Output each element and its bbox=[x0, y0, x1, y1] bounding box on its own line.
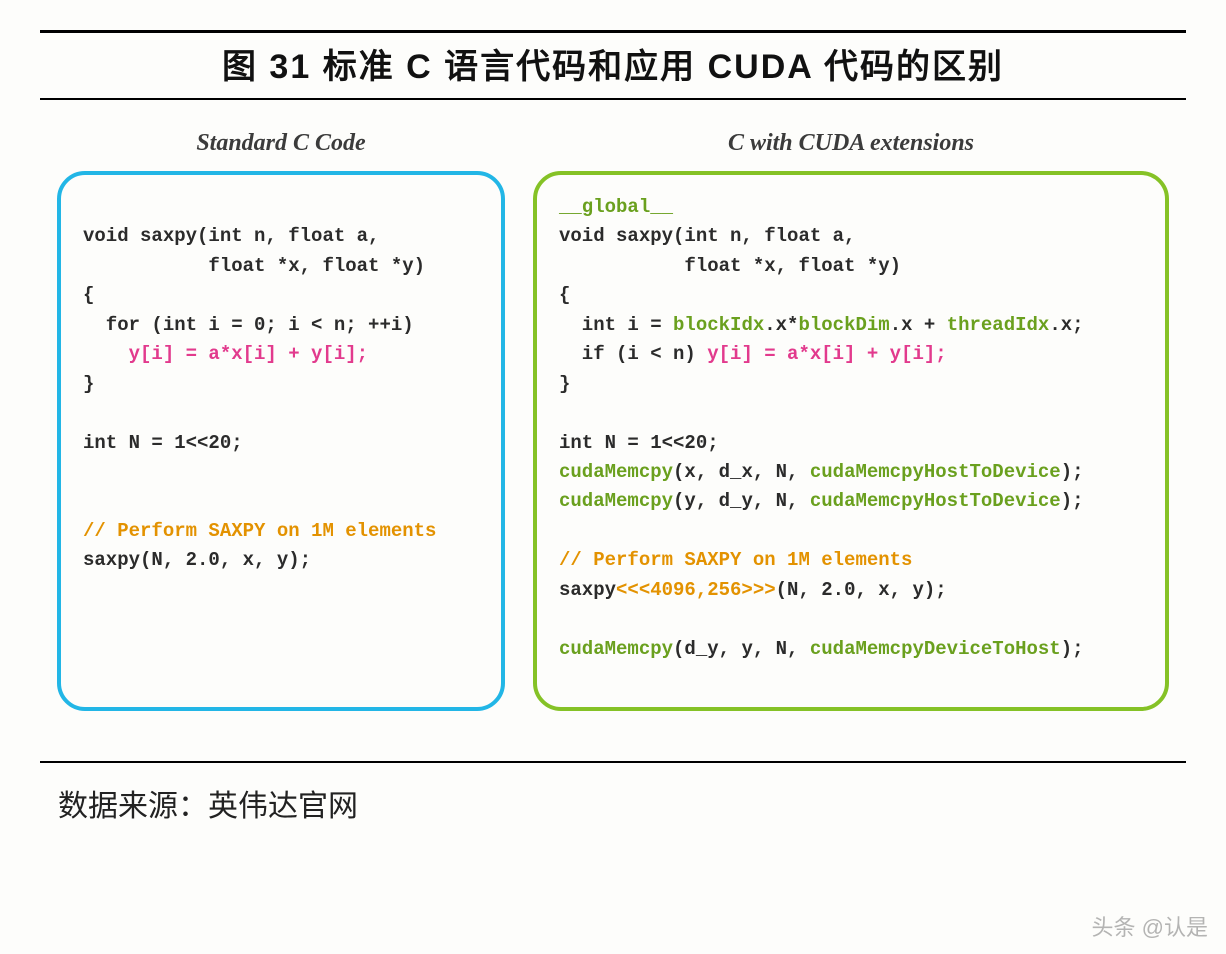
code-token: <<<4096,256>>> bbox=[616, 579, 776, 601]
code-token: cudaMemcpyHostToDevice bbox=[810, 490, 1061, 512]
code-line: void saxpy(int n, float a, bbox=[559, 225, 855, 247]
code-token: .x; bbox=[1049, 314, 1083, 336]
code-token: (d_y, y, N, bbox=[673, 638, 810, 660]
code-line: __global__ bbox=[559, 196, 673, 218]
code-token: blockDim bbox=[798, 314, 889, 336]
cuda-code: __global__ void saxpy(int n, float a, fl… bbox=[559, 193, 1143, 664]
code-token: (N, 2.0, x, y); bbox=[776, 579, 947, 601]
code-token: ); bbox=[1061, 461, 1084, 483]
code-token: ); bbox=[1061, 490, 1084, 512]
figure-title: 图 31 标准 C 语言代码和应用 CUDA 代码的区别 bbox=[40, 39, 1186, 88]
code-token: int N = 1<<20; bbox=[559, 432, 719, 454]
code-token: if (i < n) bbox=[559, 343, 707, 365]
right-heading: C with CUDA extensions bbox=[728, 130, 974, 157]
bottom-rule bbox=[40, 761, 1186, 763]
code-line: float *x, float *y) bbox=[83, 255, 425, 277]
code-line: int N = 1<<20; bbox=[83, 432, 243, 454]
code-token: saxpy bbox=[559, 579, 616, 601]
source-line: 数据来源：英伟达官网 bbox=[0, 771, 1226, 825]
code-token: int i = bbox=[559, 314, 673, 336]
code-token: } bbox=[559, 373, 570, 395]
code-line: } bbox=[83, 373, 94, 395]
code-line: if (i < n) y[i] = a*x[i] + y[i]; bbox=[559, 343, 947, 365]
code-token: cudaMemcpy bbox=[559, 490, 673, 512]
code-line: y[i] = a*x[i] + y[i]; bbox=[83, 343, 368, 365]
code-token: // Perform SAXPY on 1M elements bbox=[559, 549, 912, 571]
code-token: cudaMemcpy bbox=[559, 638, 673, 660]
left-heading: Standard C Code bbox=[196, 130, 365, 157]
code-token: void saxpy(int n, float a, bbox=[559, 225, 855, 247]
panels-row: Standard C Code void saxpy(int n, float … bbox=[40, 130, 1186, 711]
code-line: // Perform SAXPY on 1M elements bbox=[559, 549, 912, 571]
code-token: y[i] = a*x[i] + y[i]; bbox=[707, 343, 946, 365]
code-line: } bbox=[559, 373, 570, 395]
figure-title-block: 图 31 标准 C 语言代码和应用 CUDA 代码的区别 bbox=[40, 30, 1186, 100]
watermark: 头条 @认是 bbox=[1092, 910, 1208, 942]
code-line: cudaMemcpy(d_y, y, N, cudaMemcpyDeviceTo… bbox=[559, 638, 1084, 660]
code-line: void saxpy(int n, float a, bbox=[83, 225, 379, 247]
code-token: float *x, float *y) bbox=[559, 255, 901, 277]
left-column: Standard C Code void saxpy(int n, float … bbox=[57, 130, 505, 711]
code-line: { bbox=[83, 284, 94, 306]
code-token: ); bbox=[1061, 638, 1084, 660]
code-line: int i = blockIdx.x*blockDim.x + threadId… bbox=[559, 314, 1084, 336]
code-token: __global__ bbox=[559, 196, 673, 218]
code-line: { bbox=[559, 284, 570, 306]
code-line: saxpy<<<4096,256>>>(N, 2.0, x, y); bbox=[559, 579, 947, 601]
code-line: int N = 1<<20; bbox=[559, 432, 719, 454]
cuda-panel: __global__ void saxpy(int n, float a, fl… bbox=[533, 171, 1169, 711]
code-line: cudaMemcpy(x, d_x, N, cudaMemcpyHostToDe… bbox=[559, 461, 1084, 483]
code-token: .x* bbox=[764, 314, 798, 336]
code-token: cudaMemcpyHostToDevice bbox=[810, 461, 1061, 483]
code-token: .x + bbox=[890, 314, 947, 336]
code-token: cudaMemcpy bbox=[559, 461, 673, 483]
code-token: (y, d_y, N, bbox=[673, 490, 810, 512]
code-token: (x, d_x, N, bbox=[673, 461, 810, 483]
code-line: saxpy(N, 2.0, x, y); bbox=[83, 549, 311, 571]
code-token: cudaMemcpyDeviceToHost bbox=[810, 638, 1061, 660]
code-line: // Perform SAXPY on 1M elements bbox=[83, 520, 436, 542]
code-token: blockIdx bbox=[673, 314, 764, 336]
standard-c-code: void saxpy(int n, float a, float *x, flo… bbox=[83, 193, 479, 576]
code-token: threadIdx bbox=[947, 314, 1050, 336]
standard-c-panel: void saxpy(int n, float a, float *x, flo… bbox=[57, 171, 505, 711]
code-line: float *x, float *y) bbox=[559, 255, 901, 277]
code-line: cudaMemcpy(y, d_y, N, cudaMemcpyHostToDe… bbox=[559, 490, 1084, 512]
right-column: C with CUDA extensions __global__ void s… bbox=[533, 130, 1169, 711]
code-line: for (int i = 0; i < n; ++i) bbox=[83, 314, 414, 336]
code-token: { bbox=[559, 284, 570, 306]
